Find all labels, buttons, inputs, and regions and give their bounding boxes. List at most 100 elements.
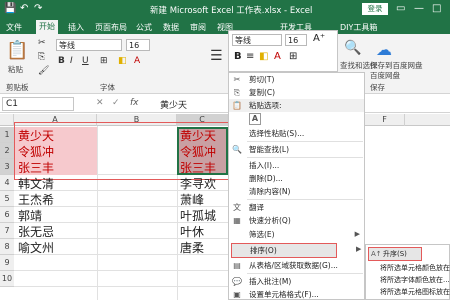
row-header[interactable]: 10 (0, 271, 14, 287)
cell-c8[interactable]: 唐柔 (180, 240, 204, 256)
name-box[interactable]: C1 (2, 97, 74, 111)
menu-item-clear-contents[interactable]: 清除内容(N) (229, 185, 364, 198)
menu-item-get-data[interactable]: ▤ 从表格/区域获取数据(G)... (229, 259, 364, 272)
submenu-item-cell-icon-top[interactable]: 将所选单元格图标放在... (366, 286, 450, 298)
borders-icon[interactable]: ⊞ (100, 56, 108, 66)
underline-button[interactable]: U (82, 56, 89, 66)
fill-color-icon[interactable]: ◧ (118, 56, 127, 66)
tab-data[interactable]: 数据 (163, 22, 179, 33)
mini-fill-color-icon[interactable]: ◧ (259, 51, 268, 62)
row-header[interactable]: 3 (0, 159, 14, 175)
mini-align-icon[interactable]: ≡ (246, 51, 254, 62)
cell-c7[interactable]: 叶休 (180, 224, 204, 240)
cell-a8[interactable]: 喻文州 (18, 240, 54, 256)
grow-font-icon[interactable]: A⁺ (313, 33, 325, 44)
cancel-icon[interactable]: ✕ (96, 98, 104, 108)
copy-icon: ⎘ (233, 88, 241, 97)
menu-item-paste-values[interactable]: A (229, 112, 364, 126)
mini-size-combo[interactable]: 16 (285, 34, 307, 46)
row-header[interactable]: 1 (0, 127, 14, 143)
minimize-icon[interactable]: — (414, 3, 424, 14)
menu-item-format-cells[interactable]: ▣ 设置单元格格式(F)... (229, 288, 364, 301)
row-header[interactable]: 7 (0, 223, 14, 239)
menu-item-smart-lookup[interactable]: 🔍 智能查找(L) (229, 143, 364, 156)
submenu-item-cell-color-top[interactable]: 将所选单元格颜色放在... (366, 262, 450, 274)
paste-label[interactable]: 粘贴 (8, 64, 23, 75)
cut-icon[interactable]: ✂ (38, 38, 46, 48)
tab-review[interactable]: 审阅 (190, 22, 206, 33)
tab-file[interactable]: 文件 (6, 22, 22, 33)
tab-diy-toolbox[interactable]: DIY工具箱 (340, 22, 377, 33)
cell-a1[interactable]: 黄少天 (18, 128, 54, 144)
cell-a4[interactable]: 韩文清 (18, 176, 54, 192)
cell-a3[interactable]: 张三丰 (18, 160, 54, 176)
copy-icon[interactable]: ⎘ (38, 52, 45, 62)
submenu-item-font-color-top[interactable]: 将所选字体颜色放在... (366, 274, 450, 286)
font-size-combo[interactable]: 16 (126, 39, 150, 51)
cell-a2[interactable]: 令狐冲 (18, 144, 54, 160)
format-painter-icon[interactable]: 🖌 (38, 66, 49, 76)
cell-a6[interactable]: 郭靖 (18, 208, 42, 224)
tab-home[interactable]: 开始 (36, 20, 58, 34)
formula-input[interactable]: 黄少天 (160, 98, 187, 111)
cell-c6[interactable]: 叶孤城 (180, 208, 216, 224)
baidu-netdisk-icon[interactable]: ☁ (376, 40, 392, 59)
menu-item-paste-special[interactable]: 选择性粘贴(S)... (229, 127, 364, 140)
maximize-icon[interactable]: □ (432, 3, 441, 14)
window-title: 新建 Microsoft Excel 工作表.xlsx - Excel (150, 6, 313, 16)
italic-button[interactable]: I (70, 56, 73, 66)
menu-item-quick-analysis[interactable]: ▦ 快速分析(Q) (229, 214, 364, 227)
ribbon-tabs: 文件 开始 插入 页面布局 公式 数据 审阅 视图 开发工具 DIY工具箱 (0, 20, 450, 34)
formula-bar: C1 ✕ ✓ fx 黄少天 (0, 95, 450, 113)
save-icon[interactable]: 💾 (4, 3, 16, 14)
menu-item-cut[interactable]: ✂ 剪切(T) (229, 73, 364, 86)
cell-c5[interactable]: 萧峰 (180, 192, 204, 208)
menu-item-translate[interactable]: 文翻译 (229, 201, 364, 214)
redo-icon[interactable]: ↷ (34, 3, 42, 14)
mini-font-combo[interactable]: 等线 (232, 34, 282, 46)
cell-c4[interactable]: 李寻欢 (180, 176, 216, 192)
mini-borders-icon[interactable]: ⊞ (289, 51, 297, 62)
cell-c1[interactable]: 黄少天 (180, 128, 216, 144)
align-icon[interactable]: ☰ (210, 48, 223, 64)
tab-formulas[interactable]: 公式 (136, 22, 152, 33)
font-name-combo[interactable]: 等线 (56, 39, 122, 51)
row-header[interactable]: 6 (0, 207, 14, 223)
row-header[interactable]: 8 (0, 239, 14, 255)
undo-icon[interactable]: ↶ (20, 3, 28, 14)
cell-c2[interactable]: 令狐冲 (180, 144, 216, 160)
cell-a5[interactable]: 王杰希 (18, 192, 54, 208)
mini-toolbar: 等线 16 A⁺ B ≡ ◧ A ⊞ (228, 30, 338, 72)
ribbon-options-icon[interactable]: ▭ (396, 3, 405, 14)
row-header[interactable]: 5 (0, 191, 14, 207)
ribbon: 📋 粘贴 剪贴板 ✂ ⎘ 🖌 等线 16 B I U ⊞ ◧ A 字体 ☰ ☁ … (0, 34, 450, 94)
paste-icon[interactable]: 📋 (6, 40, 28, 61)
row-header[interactable]: 2 (0, 143, 14, 159)
fx-icon[interactable]: fx (130, 98, 139, 108)
cell-a7[interactable]: 张无忌 (18, 224, 54, 240)
mini-bold-button[interactable]: B (234, 51, 242, 62)
menu-item-filter[interactable]: 筛选(E) ▶ (229, 228, 364, 241)
menu-item-delete[interactable]: 删除(D)... (229, 172, 364, 185)
menu-item-insert-comment[interactable]: 💬 插入批注(M) (229, 275, 364, 288)
find-select-label[interactable]: 查找和选择 (340, 60, 378, 71)
menu-item-insert[interactable]: 插入(I)... (229, 159, 364, 172)
login-button[interactable]: 登录 (362, 3, 388, 15)
row-header[interactable]: 9 (0, 255, 14, 271)
menu-item-copy[interactable]: ⎘ 复制(C) (229, 86, 364, 99)
save-group-label: 保存 (370, 83, 385, 92)
col-header-f[interactable]: F (365, 114, 405, 126)
menu-item-sort[interactable]: 排序(O) (231, 243, 337, 258)
cell-c3[interactable]: 张三丰 (180, 160, 216, 176)
enter-icon[interactable]: ✓ (112, 98, 120, 108)
submenu-item-sort-ascending[interactable]: A↑ 升序(S) (368, 247, 422, 261)
bold-button[interactable]: B (58, 56, 65, 66)
font-group-label: 字体 (100, 83, 115, 92)
font-color-icon[interactable]: A (134, 56, 140, 66)
mini-font-color-icon[interactable]: A (274, 51, 281, 62)
find-select-icon[interactable]: 🔍 (344, 40, 361, 56)
row-header[interactable]: 4 (0, 175, 14, 191)
tab-insert[interactable]: 插入 (68, 22, 84, 33)
tab-page-layout[interactable]: 页面布局 (95, 22, 127, 33)
select-all-corner[interactable] (0, 114, 14, 126)
